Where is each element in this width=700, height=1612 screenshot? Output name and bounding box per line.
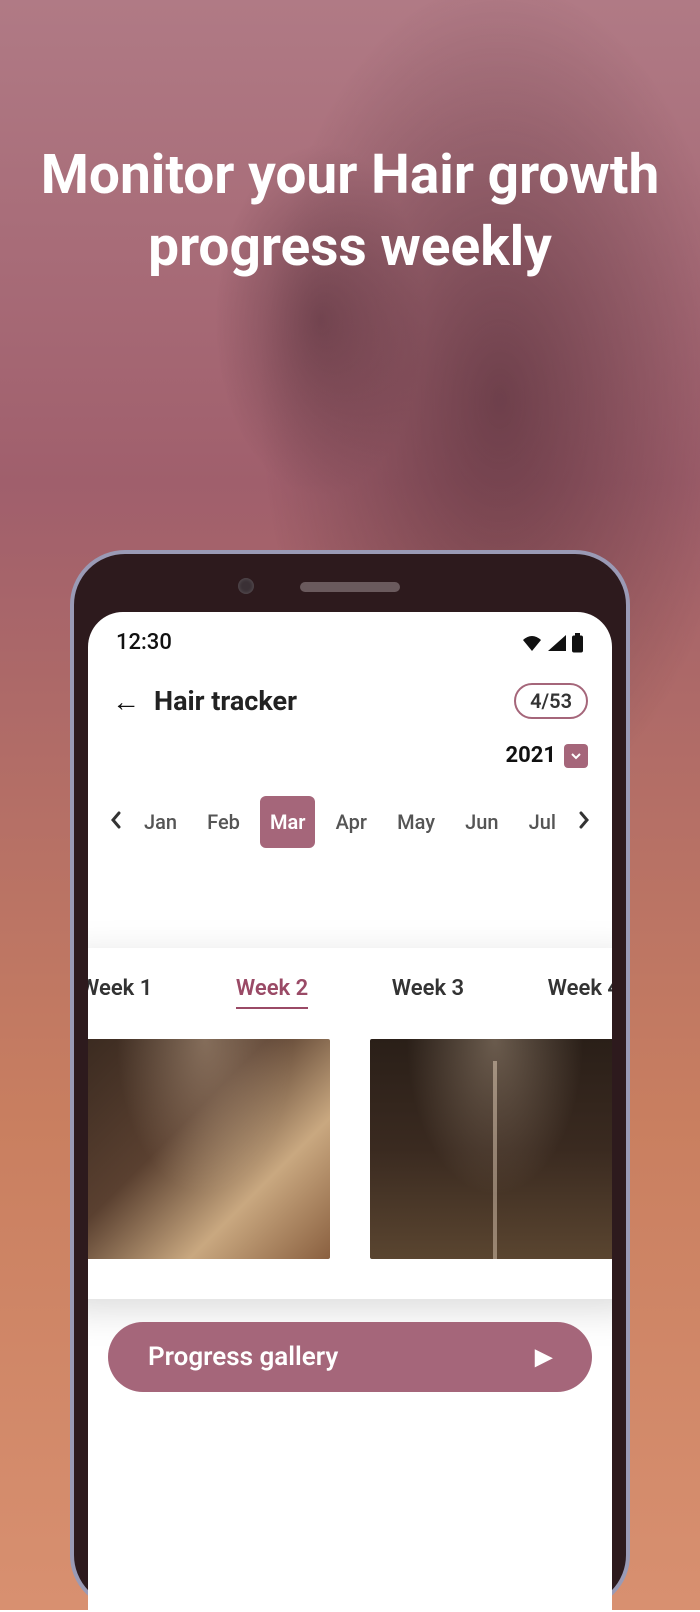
month-jul[interactable]: Jul — [519, 796, 566, 848]
battery-icon — [571, 633, 584, 653]
month-next-button[interactable] — [566, 808, 602, 836]
month-feb[interactable]: Feb — [197, 796, 250, 848]
back-arrow-icon[interactable]: ← — [112, 685, 140, 718]
signal-icon — [547, 634, 567, 652]
promo-headline: Monitor your Hair growth progress weekly — [0, 140, 700, 283]
wifi-icon — [521, 634, 543, 652]
progress-badge: 4/53 — [514, 683, 588, 719]
status-icons — [521, 633, 584, 653]
week-tab-3[interactable]: Week 3 — [392, 976, 464, 1009]
chevron-right-icon — [577, 810, 591, 830]
play-icon: ▶ — [535, 1345, 552, 1370]
app-header: ← Hair tracker 4/53 — [88, 663, 612, 725]
progress-photo-1[interactable] — [88, 1039, 330, 1259]
progress-gallery-label: Progress gallery — [148, 1342, 535, 1372]
progress-photos — [88, 1039, 612, 1259]
year-selector: 2021 — [88, 725, 612, 778]
page-title: Hair tracker — [154, 685, 514, 717]
camera-dot — [238, 578, 254, 594]
week-tabs: Week 1 Week 2 Week 3 Week 4 — [88, 976, 612, 1009]
progress-gallery-button[interactable]: Progress gallery ▶ — [108, 1322, 592, 1392]
status-time: 12:30 — [116, 630, 172, 655]
month-may[interactable]: May — [387, 796, 445, 848]
month-scroller: Jan Feb Mar Apr May Jun Jul — [88, 778, 612, 866]
phone-top-hardware — [88, 572, 612, 612]
month-jun[interactable]: Jun — [455, 796, 508, 848]
week-tab-4[interactable]: Week 4 — [548, 976, 612, 1009]
week-tab-1[interactable]: Week 1 — [88, 976, 152, 1009]
phone-frame: 12:30 ← Hair tracker 4/53 2021 Jan — [70, 550, 630, 1610]
month-list: Jan Feb Mar Apr May Jun Jul — [134, 796, 566, 848]
year-label: 2021 — [506, 743, 557, 768]
status-bar: 12:30 — [88, 612, 612, 663]
chevron-left-icon — [109, 810, 123, 830]
phone-screen: 12:30 ← Hair tracker 4/53 2021 Jan — [88, 612, 612, 1612]
year-dropdown-button[interactable] — [564, 744, 588, 768]
month-mar[interactable]: Mar — [260, 796, 315, 848]
chevron-down-icon — [570, 750, 582, 762]
week-gallery-card: Week 1 Week 2 Week 3 Week 4 — [88, 948, 612, 1299]
speaker-grill — [300, 582, 400, 592]
progress-photo-2[interactable] — [370, 1039, 612, 1259]
month-prev-button[interactable] — [98, 808, 134, 836]
week-tab-2[interactable]: Week 2 — [236, 976, 308, 1009]
month-apr[interactable]: Apr — [326, 796, 377, 848]
month-jan[interactable]: Jan — [134, 796, 187, 848]
